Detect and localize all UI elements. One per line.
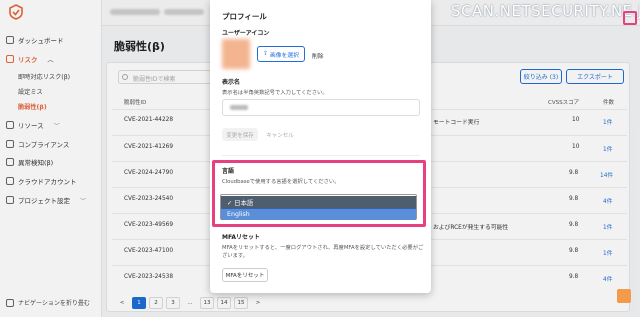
divider	[222, 155, 420, 156]
feedback-widget-icon[interactable]	[617, 289, 631, 303]
watermark: SCAN.NETSECURITY.NE.JP	[451, 2, 640, 20]
delete-avatar-link[interactable]: 削除	[312, 51, 324, 60]
mfa-reset-button[interactable]: MFAをリセット	[222, 268, 268, 282]
display-name-value	[230, 105, 248, 110]
highlight-box	[212, 160, 426, 227]
avatar	[222, 39, 250, 69]
cancel-button[interactable]: キャンセル	[264, 128, 296, 141]
avatar-label: ユーザーアイコン	[222, 30, 270, 37]
profile-modal: プロフィール ユーザーアイコン ⇪ 画像を選択 削除 表示名 表示名は半角英数記…	[210, 0, 431, 293]
save-button[interactable]: 変更を保存	[222, 128, 258, 141]
upload-icon: ⇪	[263, 51, 268, 57]
mfa-label: MFAリセット	[222, 234, 261, 241]
app-window: ダッシュボード リスク ︿ 即時対応リスク(β) 設定ミス 脆弱性(β) リソー…	[0, 0, 640, 317]
select-image-button[interactable]: ⇪ 画像を選択	[257, 46, 305, 62]
display-name-input[interactable]	[222, 99, 420, 116]
mfa-help: MFAをリセットすると、一度ログアウトされ、再度MFAを設定していただく必要がご	[222, 245, 424, 251]
mfa-help: ざいます。	[222, 253, 248, 259]
display-name-label: 表示名	[222, 79, 241, 86]
select-image-label: 画像を選択	[269, 52, 299, 59]
corner-marker	[623, 11, 637, 25]
modal-title: プロフィール	[222, 12, 267, 21]
display-name-help: 表示名は半角英数記号で入力してください。	[222, 90, 328, 96]
